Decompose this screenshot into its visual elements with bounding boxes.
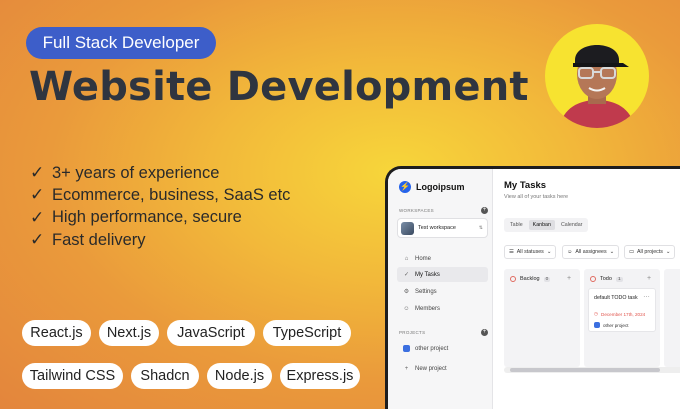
app-mockup: ⚡ Logoipsum WORKSPACES + Test workspace … xyxy=(385,166,680,409)
add-task-icon[interactable]: + xyxy=(647,275,651,282)
user-icon: ☺ xyxy=(567,249,573,255)
calendar-icon: ◷ xyxy=(594,311,599,316)
project-icon xyxy=(594,322,600,328)
logo: ⚡ Logoipsum xyxy=(399,181,465,193)
kanban-column-todo: Todo 1 + default TODO task … ◷ December 1… xyxy=(584,269,660,367)
tech-tag-react: React.js xyxy=(22,320,91,346)
project-item[interactable]: other project xyxy=(397,341,488,356)
page-title: My Tasks xyxy=(504,180,547,191)
tech-tag-typescript: TypeScript xyxy=(263,320,351,346)
workspace-switcher[interactable]: Test workspace ⇅ xyxy=(397,218,488,238)
nav-item-members[interactable]: ☺ Members xyxy=(397,301,488,316)
role-badge: Full Stack Developer xyxy=(26,27,216,59)
feature-item: ✓ High performance, secure xyxy=(30,207,242,228)
chevron-down-icon: ⌄ xyxy=(546,249,552,255)
nav-item-home[interactable]: ⌂ Home xyxy=(397,251,488,266)
tech-tag-next: Next.js xyxy=(99,320,159,346)
workspaces-label: WORKSPACES xyxy=(399,208,434,213)
add-workspace-icon[interactable]: + xyxy=(481,207,488,214)
workspace-thumbnail xyxy=(401,221,414,235)
tab-kanban[interactable]: Kanban xyxy=(528,220,555,230)
add-project-icon[interactable]: + xyxy=(481,329,488,336)
backlog-status-icon xyxy=(510,276,516,282)
sidebar: ⚡ Logoipsum WORKSPACES + Test workspace … xyxy=(388,169,493,409)
gear-icon: ⚙ xyxy=(403,289,410,295)
todo-status-icon xyxy=(590,276,596,282)
check-circle-icon: ✓ xyxy=(403,272,410,278)
tech-tag-javascript: JavaScript xyxy=(167,320,255,346)
home-icon: ⌂ xyxy=(404,255,409,262)
feature-item: ✓ Ecommerce, business, SaaS etc xyxy=(30,185,291,206)
check-icon: ✓ xyxy=(30,207,45,228)
check-icon: ✓ xyxy=(30,163,45,184)
project-filter[interactable]: ▭ All projects ⌄ xyxy=(624,245,676,259)
more-icon[interactable]: … xyxy=(643,292,650,299)
tech-tag-shadcn: Shadcn xyxy=(131,363,199,389)
chevron-down-icon: ⌄ xyxy=(609,249,615,255)
check-icon: ✓ xyxy=(30,230,45,251)
check-icon: ✓ xyxy=(30,185,45,206)
kanban-column-partial xyxy=(664,269,680,367)
feature-item: ✓ Fast delivery xyxy=(30,230,146,251)
feature-list: ✓ 3+ years of experience ✓ Ecommerce, busi… xyxy=(30,162,290,251)
status-filter[interactable]: ☰ All statuses ⌄ xyxy=(504,245,557,259)
tab-table[interactable]: Table xyxy=(506,220,527,230)
scrollbar-thumb[interactable] xyxy=(510,368,660,372)
main-panel: My Tasks View all of your tasks here Tab… xyxy=(494,169,680,409)
assignee-filter[interactable]: ☺ All assignees ⌄ xyxy=(562,245,620,259)
page-subtitle: View all of your tasks here xyxy=(504,194,569,200)
new-project-button[interactable]: + New project xyxy=(397,361,488,376)
view-tabs: Table Kanban Calendar xyxy=(504,218,589,232)
folder-icon: ▭ xyxy=(629,249,635,255)
task-card[interactable]: default TODO task … ◷ December 17th, 2024… xyxy=(588,288,656,332)
plus-icon: + xyxy=(404,365,409,372)
tech-tag-tailwind: Tailwind CSS xyxy=(22,363,123,389)
tech-tag-express: Express.js xyxy=(280,363,360,389)
users-icon: ☺ xyxy=(403,305,410,312)
headline: Website Development xyxy=(29,64,529,110)
chevron-updown-icon: ⇅ xyxy=(478,225,483,231)
avatar xyxy=(545,24,649,128)
horizontal-scrollbar[interactable] xyxy=(504,367,680,373)
tech-tag-node: Node.js xyxy=(207,363,272,389)
add-task-icon[interactable]: + xyxy=(567,275,571,282)
nav-item-my-tasks[interactable]: ✓ My Tasks xyxy=(397,267,488,282)
tab-calendar[interactable]: Calendar xyxy=(557,220,587,230)
chevron-down-icon: ⌄ xyxy=(665,249,671,255)
project-icon xyxy=(403,345,410,352)
feature-item: ✓ 3+ years of experience xyxy=(30,163,220,184)
list-icon: ☰ xyxy=(509,249,514,255)
nav-item-settings[interactable]: ⚙ Settings xyxy=(397,284,488,299)
bolt-icon: ⚡ xyxy=(399,181,411,193)
projects-label: PROJECTS xyxy=(399,330,426,335)
kanban-column-backlog: Backlog 0 + xyxy=(504,269,580,367)
